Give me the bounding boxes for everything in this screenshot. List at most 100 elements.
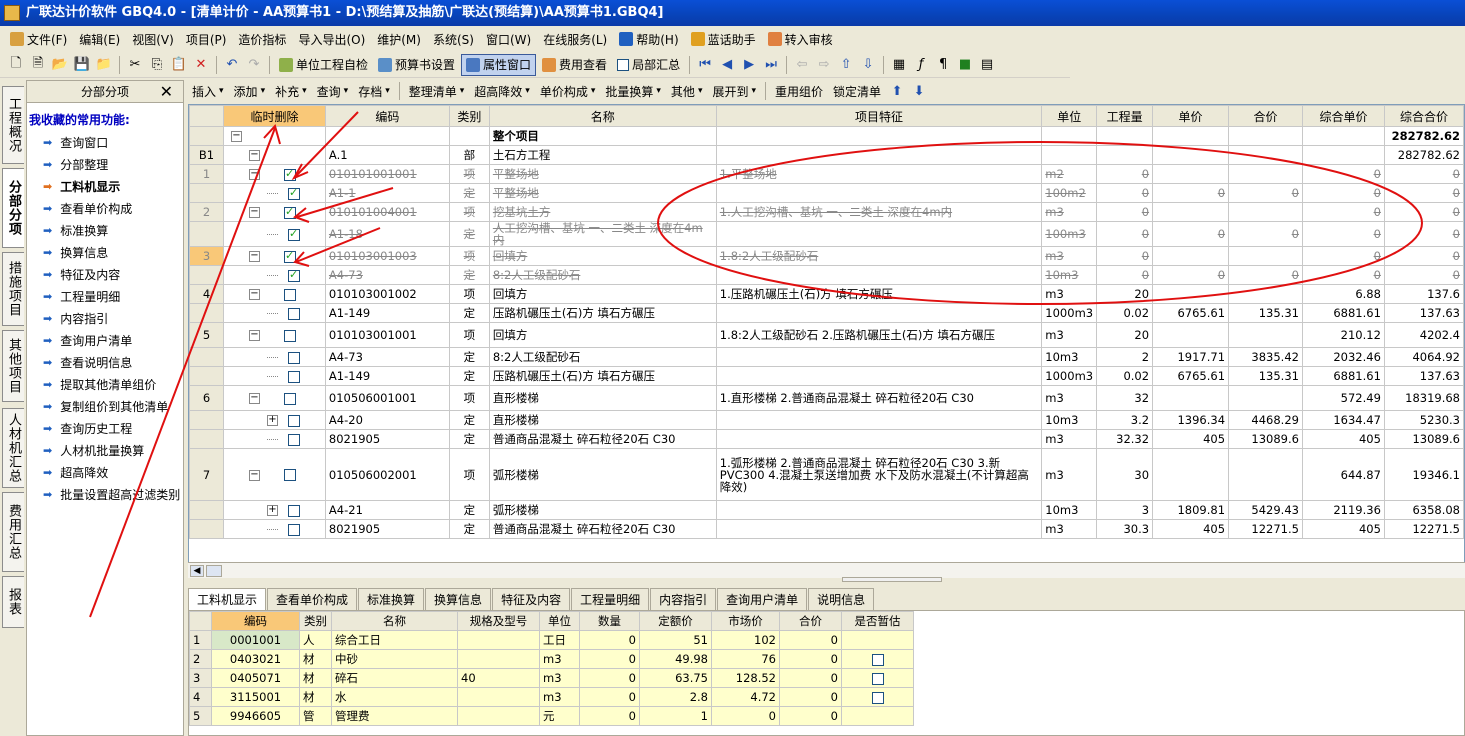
column-header[interactable]: 工程量 <box>1096 105 1154 127</box>
grid-tool-5[interactable]: 整理清单 ▾ <box>405 80 469 102</box>
name-cell[interactable]: 回填方 <box>488 322 717 348</box>
favorite-item[interactable]: ➡ 复制组价到其他清单 <box>27 396 183 418</box>
column-header[interactable]: 名称 <box>488 105 717 127</box>
row-number[interactable]: 2 <box>189 202 224 222</box>
code-cell[interactable]: A1-1 <box>324 183 450 203</box>
table-row[interactable]: 3−010103001003项回填方1.8:2人工级配砂石m3000 <box>189 246 1464 266</box>
temp-delete-checkbox[interactable] <box>287 307 300 320</box>
row-number[interactable] <box>189 429 224 449</box>
qty-cell[interactable]: 0 <box>579 687 640 707</box>
row-number[interactable]: 5 <box>189 322 224 348</box>
arrow-right-icon[interactable]: ⇨ <box>814 55 834 75</box>
table-row[interactable]: 8021905 定普通商品混凝土 碎石粒径20石 C30 m3 30.3 405 1227… <box>189 519 1464 539</box>
column-header[interactable]: 数量 <box>579 611 640 631</box>
feature-cell[interactable] <box>715 303 1043 323</box>
favorite-item[interactable]: ➡ 内容指引 <box>27 308 183 330</box>
bottom-tab-3[interactable]: 换算信息 <box>425 588 492 610</box>
copy-icon[interactable]: ⎘ <box>147 55 167 75</box>
resource-row[interactable]: 1 0001001 人综合工日 工日 0 51 102 0 <box>189 630 914 650</box>
save-icon[interactable]: 💾 <box>72 55 92 75</box>
quantity-cell[interactable]: 32.32 <box>1096 429 1154 449</box>
row-number[interactable]: 1 <box>189 164 224 184</box>
name-cell[interactable]: 8:2人工级配砂石 <box>488 265 717 285</box>
row-number[interactable] <box>189 126 224 146</box>
menu-item-11[interactable]: 蓝话助手 <box>685 31 762 48</box>
price-cell[interactable]: 51 <box>639 630 712 650</box>
collapse-icon[interactable]: − <box>248 150 260 161</box>
code-cell[interactable]: A4-73 <box>324 347 450 367</box>
estimate-checkbox[interactable] <box>871 672 884 685</box>
column-header[interactable]: 综合合价 <box>1383 105 1464 127</box>
row-number[interactable] <box>189 410 224 430</box>
mprice-cell[interactable]: 128.52 <box>711 668 780 688</box>
column-header[interactable]: 单价 <box>1152 105 1230 127</box>
menu-item-0[interactable]: 文件(F) <box>4 31 73 48</box>
quantity-cell[interactable]: 0.02 <box>1096 303 1154 323</box>
feature-cell[interactable]: 1.压路机碾压土(石)方 填石方碾压 <box>715 284 1043 304</box>
name-cell[interactable]: 弧形楼梯 <box>488 500 717 520</box>
total-cell[interactable]: 0 <box>779 706 842 726</box>
table-row[interactable]: A1-1定平整场地100m200000 <box>189 183 1464 203</box>
menu-item-12[interactable]: 转入审核 <box>762 31 839 48</box>
total-cell[interactable]: 0 <box>779 630 842 650</box>
total-cell[interactable]: 0 <box>779 687 842 707</box>
temp-delete-checkbox[interactable] <box>287 523 300 536</box>
qty-cell[interactable]: 0 <box>579 706 640 726</box>
favorite-item[interactable]: ➡ 批量设置超高过滤类别 <box>27 484 183 506</box>
next-icon[interactable]: ▶ <box>739 55 759 75</box>
quantity-cell[interactable]: 32 <box>1096 385 1154 411</box>
column-header[interactable]: 名称 <box>331 611 458 631</box>
left-tab-0[interactable]: 工程概况 <box>2 86 24 164</box>
column-header[interactable]: 综合单价 <box>1301 105 1385 127</box>
layers-icon[interactable]: ■ <box>955 55 975 75</box>
name-cell[interactable]: 平整场地 <box>488 183 717 203</box>
column-header[interactable]: 是否暂估 <box>841 611 914 631</box>
collapse-icon[interactable]: − <box>230 131 242 142</box>
estimate-checkbox[interactable] <box>871 653 884 666</box>
quantity-cell[interactable] <box>1096 145 1154 165</box>
resource-row[interactable]: 2 0403021 材中砂 m3 0 49.98 76 0 <box>189 649 914 669</box>
table-row[interactable]: 4 − 010103001002 项回填方 1.压路机碾压土(石)方 填石方碾压 m3 20… <box>189 284 1464 304</box>
quantity-cell[interactable]: 0 <box>1096 183 1154 203</box>
qty-cell[interactable]: 0 <box>579 649 640 669</box>
column-header[interactable] <box>189 105 224 127</box>
table-row[interactable]: B1 − A.1 部土石方工程 282782.62 <box>189 145 1464 165</box>
menu-item-10[interactable]: 帮助(H) <box>613 31 684 48</box>
price-cell[interactable]: 49.98 <box>639 649 712 669</box>
price-cell[interactable]: 1 <box>639 706 712 726</box>
scroll-left-icon[interactable]: ◀ <box>190 565 204 577</box>
column-header[interactable]: 市场价 <box>711 611 780 631</box>
feature-cell[interactable] <box>715 366 1043 386</box>
price-cell[interactable]: 63.75 <box>639 668 712 688</box>
feature-cell[interactable] <box>715 519 1043 539</box>
redo-icon[interactable]: ↷ <box>244 55 264 75</box>
resource-row[interactable]: 3 0405071 材碎石 40 m3 0 63.75 128.52 0 <box>189 668 914 688</box>
row-number[interactable]: 4 <box>189 284 224 304</box>
favorite-item[interactable]: ➡ 查看说明信息 <box>27 352 183 374</box>
self-check-button[interactable]: 单位工程自检 <box>275 54 372 76</box>
table-row[interactable]: 1−010101001001项平整场地1.平整场地m2000 <box>189 164 1464 184</box>
mprice-cell[interactable]: 102 <box>711 630 780 650</box>
feature-cell[interactable] <box>715 410 1043 430</box>
column-header[interactable]: 编码 <box>211 611 300 631</box>
name-cell[interactable]: 人工挖沟槽、基坑 一、二类土 深度在4m内 <box>488 221 717 247</box>
feature-cell[interactable] <box>715 429 1043 449</box>
quantity-cell[interactable]: 0.02 <box>1096 366 1154 386</box>
temp-delete-checkbox[interactable] <box>283 249 296 263</box>
table-row[interactable]: A1-149 定压路机碾压土(石)方 填石方碾压 1000m3 0.02 6765.61… <box>189 303 1464 323</box>
favorite-item[interactable]: ➡ 查询用户清单 <box>27 330 183 352</box>
move-down-icon[interactable]: ⬇ <box>909 81 929 101</box>
row-number[interactable] <box>189 303 224 323</box>
feature-cell[interactable]: 1.8:2人工级配砂石 2.压路机碾压土(石)方 填石方碾压 <box>715 322 1043 348</box>
move-up-icon[interactable]: ⬆ <box>887 81 907 101</box>
feature-cell[interactable] <box>715 126 1043 146</box>
row-number[interactable] <box>189 519 224 539</box>
new-template-icon[interactable]: 🗎 <box>28 55 48 75</box>
quantity-cell[interactable]: 30.3 <box>1096 519 1154 539</box>
feature-cell[interactable] <box>715 265 1043 285</box>
collapse-icon[interactable]: − <box>248 251 260 262</box>
formula-icon[interactable]: ƒ <box>911 55 931 75</box>
code-cell[interactable]: A4-73 <box>324 265 450 285</box>
temp-delete-checkbox[interactable] <box>283 392 296 405</box>
temp-delete-checkbox[interactable] <box>287 504 300 517</box>
